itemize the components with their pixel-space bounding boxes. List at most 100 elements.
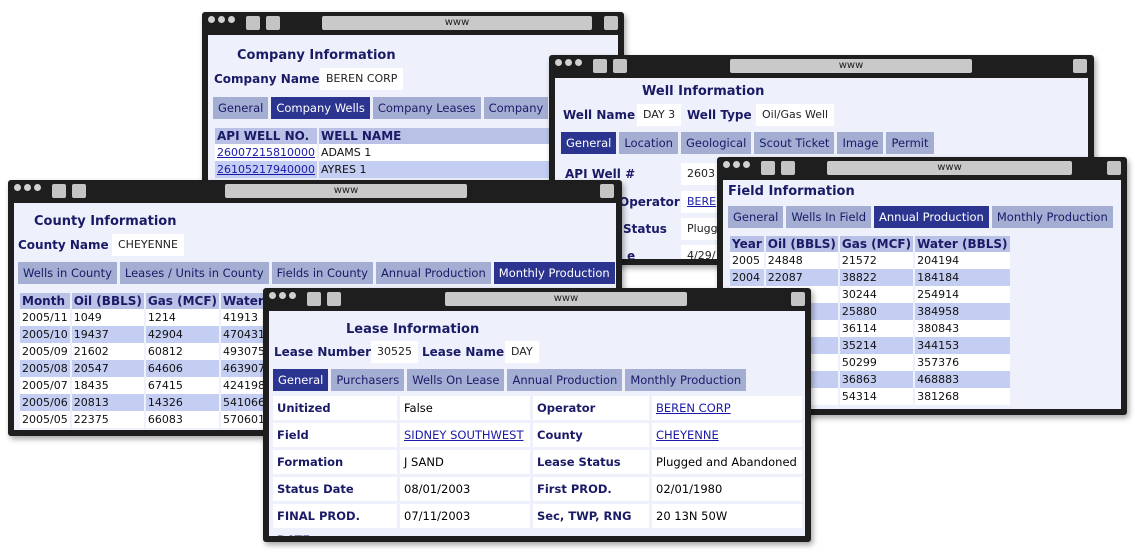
menu-button[interactable] [791, 292, 805, 306]
county-tab-fields[interactable]: Fields in County [271, 262, 373, 284]
menu-button[interactable] [1107, 161, 1121, 175]
window-dot[interactable] [24, 184, 31, 191]
window-dot[interactable] [555, 59, 562, 66]
forward-button[interactable] [266, 16, 280, 30]
lease-titlebar: www [263, 288, 811, 310]
url-bar[interactable]: www [827, 161, 1072, 175]
field-tab-general[interactable]: General [728, 206, 784, 228]
field-link[interactable]: SIDNEY SOUTHWEST [404, 428, 524, 442]
column-header[interactable]: Gas (MCF) [145, 293, 220, 309]
company-name-label: Company Name [214, 72, 320, 86]
company-tab-wells[interactable]: Company Wells [271, 97, 370, 119]
well-tab-scout-ticket[interactable]: Scout Ticket [754, 132, 835, 154]
detail-label: First PROD. DATE [533, 477, 649, 520]
lease-name-label: Lease Name [422, 345, 505, 359]
window-dot[interactable] [279, 292, 286, 299]
county-link[interactable]: CHEYENNE [656, 428, 719, 442]
forward-button[interactable] [327, 292, 341, 306]
back-button[interactable] [593, 59, 607, 73]
well-tab-general[interactable]: General [561, 132, 617, 154]
well-tabs: General Location Geological Scout Ticket… [561, 132, 934, 154]
detail-label: FINAL PROD. DATE [273, 504, 397, 536]
window-dot[interactable] [269, 292, 276, 299]
column-header[interactable]: Oil (BBLS) [765, 236, 838, 252]
operator-link[interactable]: BEREN CORP [656, 401, 731, 415]
well-type-label: Well Type [687, 108, 752, 122]
url-bar[interactable]: www [730, 59, 972, 73]
oil-cell: 22375 [71, 411, 144, 428]
operator-link[interactable]: BERE [687, 195, 716, 208]
field-tab-monthly-production[interactable]: Monthly Production [991, 206, 1113, 228]
window-dot[interactable] [228, 16, 235, 23]
detail-row: Formation J SAND Lease Status Plugged an… [273, 450, 802, 474]
well-tab-location[interactable]: Location [619, 132, 678, 154]
lease-tab-purchasers[interactable]: Purchasers [331, 369, 405, 391]
window-dot[interactable] [723, 161, 730, 168]
column-header[interactable]: WELL NAME [318, 128, 549, 144]
lease-tabs: General Purchasers Wells On Lease Annual… [273, 369, 747, 391]
oil-cell: 1049 [71, 309, 144, 326]
well-tab-geological[interactable]: Geological [680, 132, 752, 154]
menu-button[interactable] [1073, 59, 1087, 73]
back-button[interactable] [52, 184, 66, 198]
window-dot[interactable] [208, 16, 215, 23]
oil-cell: 22087 [765, 269, 838, 286]
window-dot[interactable] [14, 184, 21, 191]
gas-cell: 30244 [839, 286, 914, 303]
back-button[interactable] [307, 292, 321, 306]
month-cell: 2005/05 [20, 411, 70, 428]
window-dot[interactable] [34, 184, 41, 191]
back-button[interactable] [246, 16, 260, 30]
county-tab-monthly-production[interactable]: Monthly Production [493, 262, 615, 284]
lease-tab-wells[interactable]: Wells On Lease [407, 369, 505, 391]
url-bar[interactable]: www [322, 16, 592, 30]
url-bar[interactable]: www [225, 184, 467, 198]
forward-button[interactable] [613, 59, 627, 73]
county-tab-annual-production[interactable]: Annual Production [375, 262, 491, 284]
detail-row: FINAL PROD. DATE 07/11/2003 Sec, TWP, RN… [273, 504, 802, 536]
column-header[interactable]: Month [20, 293, 70, 309]
lease-tab-annual-production[interactable]: Annual Production [507, 369, 623, 391]
menu-button[interactable] [604, 16, 618, 30]
county-tab-wells[interactable]: Wells in County [18, 262, 117, 284]
forward-button[interactable] [781, 161, 795, 175]
well-tab-permit[interactable]: Permit [886, 132, 934, 154]
window-dot[interactable] [575, 59, 582, 66]
url-bar[interactable]: www [445, 292, 687, 306]
window-dot[interactable] [218, 16, 225, 23]
api-well-link[interactable]: 26007215810000 [217, 146, 315, 159]
lease-name-value: DAY [505, 341, 539, 363]
field-tab-wells[interactable]: Wells In Field [786, 206, 872, 228]
company-tab-more[interactable]: Company [483, 97, 549, 119]
county-tab-leases[interactable]: Leases / Units in County [119, 262, 269, 284]
column-header[interactable]: Gas (MCF) [839, 236, 914, 252]
lease-tab-monthly-production[interactable]: Monthly Production [625, 369, 747, 391]
county-titlebar: www [8, 180, 622, 202]
lease-tab-general[interactable]: General [273, 369, 329, 391]
company-tab-general[interactable]: General [213, 97, 269, 119]
column-header[interactable]: Year [730, 236, 764, 252]
detail-label: Formation [273, 450, 397, 474]
well-field-label: Operator [619, 195, 680, 209]
column-header[interactable]: Oil (BBLS) [71, 293, 144, 309]
window-dot[interactable] [733, 161, 740, 168]
back-button[interactable] [761, 161, 775, 175]
window-dot[interactable] [289, 292, 296, 299]
month-cell: 2005/11 [20, 309, 70, 326]
table-row: 2005 24848 21572 204194 [730, 252, 1010, 269]
column-header[interactable]: Water (BBLS) [915, 236, 1010, 252]
detail-row: Field SIDNEY SOUTHWEST County CHEYENNE [273, 423, 802, 447]
window-dot[interactable] [743, 161, 750, 168]
forward-button[interactable] [72, 184, 86, 198]
api-well-link[interactable]: 26105217940000 [217, 163, 315, 176]
company-tab-leases[interactable]: Company Leases [372, 97, 481, 119]
oil-cell: 24848 [765, 252, 838, 269]
field-tab-annual-production[interactable]: Annual Production [874, 206, 989, 228]
column-header[interactable]: API WELL NO. [215, 128, 317, 144]
well-tab-image[interactable]: Image [837, 132, 884, 154]
menu-button[interactable] [600, 184, 614, 198]
detail-value: 20 13N 50W [652, 504, 802, 528]
month-cell: 2005/10 [20, 326, 70, 343]
window-dot[interactable] [565, 59, 572, 66]
county-name-label: County Name [18, 238, 109, 252]
